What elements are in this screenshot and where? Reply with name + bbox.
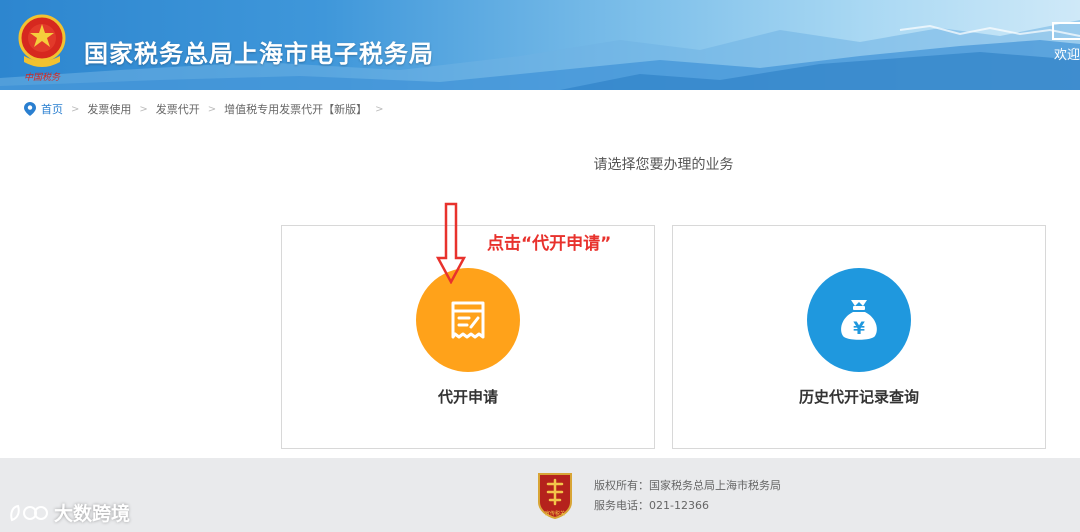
site-header: 中国税务 国家税务总局上海市电子税务局 欢迎: [0, 0, 1080, 90]
site-footer: 宣传税关 版权所有：国家税务总局上海市税务局 服务电话：021-12366: [0, 458, 1080, 532]
copyright-text: 版权所有：国家税务总局上海市税务局: [594, 479, 781, 492]
money-bag-yuan-icon: ¥: [841, 300, 877, 340]
svg-text:¥: ¥: [853, 319, 865, 339]
history-query-icon-circle: ¥: [807, 268, 911, 372]
breadcrumb-invoice-issue-link[interactable]: 发票代开: [156, 101, 200, 117]
breadcrumb-separator: >: [71, 103, 80, 115]
svg-text:中国税务: 中国税务: [24, 72, 61, 83]
welcome-frame: [1052, 22, 1080, 40]
issue-application-card[interactable]: 代开申请: [281, 225, 655, 449]
breadcrumb: 首页 > 发票使用 > 发票代开 > 增值税专用发票代开【新版】 >: [24, 101, 392, 117]
history-query-label: 历史代开记录查询: [798, 388, 919, 406]
service-prompt: 请选择您要办理的业务: [593, 157, 734, 173]
breadcrumb-invoice-use-link[interactable]: 发票使用: [87, 101, 131, 117]
breadcrumb-separator: >: [207, 103, 217, 115]
service-phone-text: 服务电话：021-12366: [594, 499, 709, 512]
tax-shield-logo-icon: 宣传税关: [538, 473, 572, 520]
site-title: 国家税务总局上海市电子税务局: [84, 40, 434, 68]
welcome-text: 欢迎: [1054, 48, 1080, 63]
watermark-text: 大数跨境: [54, 503, 131, 525]
svg-text:宣传税关: 宣传税关: [545, 510, 565, 517]
click-instruction-annotation: 点击“代开申请”: [487, 234, 612, 254]
breadcrumb-separator: >: [139, 103, 148, 115]
breadcrumb-home-link[interactable]: 首页: [41, 101, 63, 117]
watermark-logo-icon: [10, 504, 48, 521]
watermark: 大数跨境: [8, 499, 130, 526]
annotation-arrow-icon: [436, 202, 466, 284]
issue-application-icon-circle: [416, 268, 520, 372]
history-query-card[interactable]: ¥ 历史代开记录查询: [672, 225, 1046, 449]
breadcrumb-separator: >: [375, 103, 384, 115]
location-pin-icon: [24, 102, 36, 116]
breadcrumb-current-page: 增值税专用发票代开【新版】: [224, 103, 368, 116]
national-emblem-icon: 中国税务: [18, 14, 66, 83]
invoice-edit-icon: [451, 301, 485, 339]
issue-application-label: 代开申请: [437, 388, 498, 406]
